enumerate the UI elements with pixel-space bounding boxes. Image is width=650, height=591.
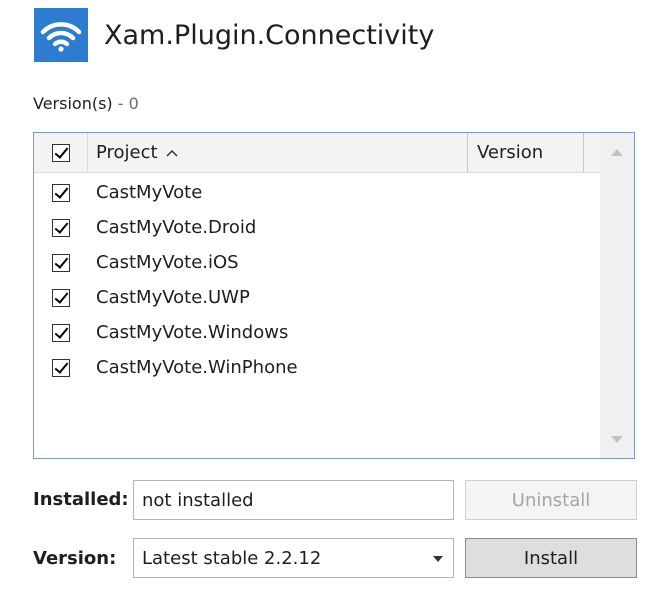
table-row[interactable]: CastMyVote xyxy=(34,175,600,210)
installed-value: not installed xyxy=(142,489,254,511)
project-checkbox[interactable] xyxy=(51,218,70,237)
scroll-up-icon[interactable] xyxy=(600,137,634,167)
table-row[interactable]: CastMyVote.Windows xyxy=(34,315,600,350)
project-name: CastMyVote.Windows xyxy=(96,322,289,343)
project-checkbox[interactable] xyxy=(51,288,70,307)
select-all-checkbox[interactable] xyxy=(51,143,70,162)
project-column-label: Project xyxy=(96,142,158,163)
chevron-down-icon xyxy=(433,552,443,565)
project-rows: CastMyVote CastMyVote.Droid CastMyVote.i… xyxy=(34,175,600,385)
version-dropdown-value: Latest stable 2.2.12 xyxy=(142,547,322,569)
version-dropdown[interactable]: Latest stable 2.2.12 xyxy=(133,538,454,578)
table-row[interactable]: CastMyVote.Droid xyxy=(34,210,600,245)
project-name: CastMyVote.Droid xyxy=(96,217,257,238)
project-checkbox[interactable] xyxy=(51,183,70,202)
project-checkbox[interactable] xyxy=(51,323,70,342)
projects-grid: Project Version CastMyVote CastMyVote.Dr… xyxy=(33,132,635,459)
table-row[interactable]: CastMyVote.WinPhone xyxy=(34,350,600,385)
version-column-header[interactable]: Version xyxy=(468,133,584,172)
installed-field: not installed xyxy=(133,480,454,520)
table-row[interactable]: CastMyVote.UWP xyxy=(34,280,600,315)
install-button[interactable]: Install xyxy=(465,538,637,578)
versions-label: Version(s) xyxy=(33,94,113,113)
project-column-header[interactable]: Project xyxy=(88,133,468,172)
project-name: CastMyVote xyxy=(96,182,203,203)
package-title: Xam.Plugin.Connectivity xyxy=(104,19,435,51)
project-name: CastMyVote.UWP xyxy=(96,287,250,308)
sort-ascending-icon xyxy=(166,145,178,161)
uninstall-button[interactable]: Uninstall xyxy=(465,480,637,520)
table-row[interactable]: CastMyVote.iOS xyxy=(34,245,600,280)
project-checkbox[interactable] xyxy=(51,358,70,377)
grid-header: Project Version xyxy=(34,133,600,173)
version-label: Version: xyxy=(33,548,117,569)
versions-count: Version(s) - 0 xyxy=(33,94,139,113)
vertical-scrollbar[interactable] xyxy=(600,133,634,458)
package-header: Xam.Plugin.Connectivity xyxy=(34,8,434,62)
installed-label: Installed: xyxy=(33,489,129,510)
version-column-label: Version xyxy=(477,142,544,163)
project-checkbox[interactable] xyxy=(51,253,70,272)
wifi-icon xyxy=(34,8,88,62)
versions-separator: - xyxy=(117,94,124,113)
scroll-down-icon[interactable] xyxy=(600,424,634,454)
project-name: CastMyVote.WinPhone xyxy=(96,357,298,378)
versions-count-value: 0 xyxy=(128,94,139,113)
select-all-column xyxy=(34,133,88,172)
project-name: CastMyVote.iOS xyxy=(96,252,239,273)
